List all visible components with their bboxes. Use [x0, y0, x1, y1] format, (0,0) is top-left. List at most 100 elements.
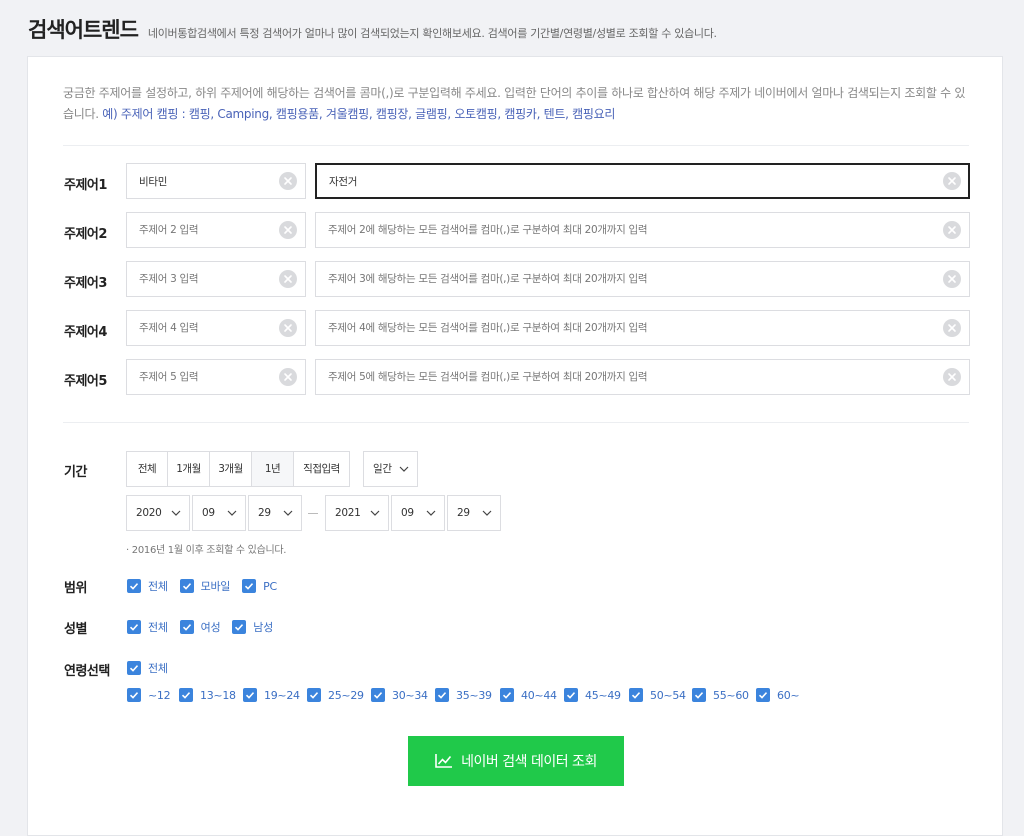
terms-input-1[interactable]	[315, 163, 970, 199]
clear-icon[interactable]	[279, 319, 297, 337]
terms-input-4[interactable]	[315, 310, 970, 346]
age-checkbox[interactable]: 25~29	[307, 688, 371, 702]
checkbox-label: 모바일	[200, 580, 231, 593]
clear-icon[interactable]	[943, 319, 961, 337]
end-day-value: 29	[457, 507, 470, 519]
clear-icon[interactable]	[943, 172, 961, 190]
scope-options: 전체 모바일 PC	[127, 578, 289, 594]
gender-male-checkbox[interactable]: 남성	[232, 619, 273, 635]
checkbox-label: 40~44	[521, 688, 557, 702]
clear-icon[interactable]	[279, 270, 297, 288]
checkbox-checked-icon	[127, 688, 141, 702]
topic-input-4-field[interactable]	[139, 311, 267, 345]
topic-input-3[interactable]	[126, 261, 306, 297]
age-checkbox[interactable]: ~12	[127, 688, 179, 702]
checkbox-checked-icon	[242, 579, 257, 593]
search-button-label: 네이버 검색 데이터 조회	[461, 754, 597, 770]
checkbox-label: 전체	[148, 662, 168, 675]
period-all-button[interactable]: 전체	[127, 452, 168, 486]
keyword-label-4: 주제어4	[64, 325, 107, 340]
period-note: · 2016년 1월 이후 조회할 수 있습니다.	[126, 545, 287, 556]
topic-input-1[interactable]	[126, 163, 306, 199]
scope-label: 범위	[64, 581, 87, 596]
keyword-label-5: 주제어5	[64, 374, 107, 389]
topic-input-4[interactable]	[126, 310, 306, 346]
clear-icon[interactable]	[943, 221, 961, 239]
period-3month-button[interactable]: 3개월	[210, 452, 252, 486]
divider	[63, 422, 969, 423]
checkbox-label: 19~24	[264, 688, 300, 702]
divider	[63, 145, 969, 146]
age-all-checkbox[interactable]: 전체	[127, 660, 168, 676]
page-description: 네이버통합검색에서 특정 검색어가 얼마나 많이 검색되었는지 확인해보세요. …	[147, 27, 717, 40]
start-year-select[interactable]: 2020	[126, 495, 190, 531]
page-title: 검색어트렌드	[28, 18, 139, 42]
start-month-value: 09	[202, 507, 215, 519]
chevron-down-icon	[399, 466, 409, 472]
period-1year-button[interactable]: 1년	[252, 452, 294, 486]
checkbox-checked-icon	[179, 579, 194, 593]
checkbox-checked-icon	[692, 688, 706, 702]
checkbox-checked-icon	[371, 688, 385, 702]
topic-input-3-field[interactable]	[139, 262, 267, 296]
terms-input-3-field[interactable]	[328, 262, 931, 296]
checkbox-label: 60~	[777, 688, 800, 702]
age-checkbox[interactable]: 19~24	[243, 688, 307, 702]
end-month-select[interactable]: 09	[391, 495, 445, 531]
scope-all-checkbox[interactable]: 전체	[127, 578, 168, 594]
end-year-select[interactable]: 2021	[325, 495, 389, 531]
checkbox-label: ~12	[148, 688, 171, 702]
clear-icon[interactable]	[279, 368, 297, 386]
age-checkbox[interactable]: 55~60	[692, 688, 756, 702]
clear-icon[interactable]	[943, 270, 961, 288]
keyword-label-2: 주제어2	[64, 227, 107, 242]
terms-input-5-field[interactable]	[328, 360, 931, 394]
gender-all-checkbox[interactable]: 전체	[127, 619, 168, 635]
end-day-select[interactable]: 29	[447, 495, 501, 531]
end-year-value: 2021	[335, 507, 361, 519]
start-day-select[interactable]: 29	[248, 495, 302, 531]
gender-female-checkbox[interactable]: 여성	[179, 619, 221, 635]
period-custom-button[interactable]: 직접입력	[294, 452, 349, 486]
topic-input-2-field[interactable]	[139, 213, 267, 247]
checkbox-checked-icon	[435, 688, 449, 702]
checkbox-label: 여성	[200, 621, 221, 634]
period-button-group: 전체 1개월 3개월 1년 직접입력	[126, 451, 350, 487]
checkbox-checked-icon	[179, 620, 194, 634]
clear-icon[interactable]	[279, 172, 297, 190]
age-checkbox[interactable]: 40~44	[500, 688, 564, 702]
topic-input-5-field[interactable]	[139, 360, 267, 394]
clear-icon[interactable]	[943, 368, 961, 386]
terms-input-4-field[interactable]	[328, 311, 931, 345]
checkbox-checked-icon	[127, 620, 141, 634]
terms-input-1-field[interactable]	[329, 165, 930, 197]
age-checkbox[interactable]: 50~54	[629, 688, 692, 702]
topic-input-5[interactable]	[126, 359, 306, 395]
period-1month-button[interactable]: 1개월	[168, 452, 210, 486]
terms-input-3[interactable]	[315, 261, 970, 297]
search-data-button[interactable]: 네이버 검색 데이터 조회	[408, 736, 624, 786]
scope-mobile-checkbox[interactable]: 모바일	[179, 578, 231, 594]
age-checkbox[interactable]: 35~39	[435, 688, 500, 702]
checkbox-label: 35~39	[456, 688, 492, 702]
gender-options: 전체 여성 남성	[127, 619, 285, 635]
topic-input-2[interactable]	[126, 212, 306, 248]
terms-input-2-field[interactable]	[328, 213, 931, 247]
start-month-select[interactable]: 09	[192, 495, 246, 531]
clear-icon[interactable]	[279, 221, 297, 239]
age-checkbox[interactable]: 60~	[756, 688, 806, 702]
age-checkbox[interactable]: 45~49	[564, 688, 629, 702]
interval-select[interactable]: 일간	[363, 451, 418, 487]
checkbox-checked-icon	[127, 661, 141, 675]
checkbox-checked-icon	[127, 579, 141, 593]
checkbox-checked-icon	[500, 688, 514, 702]
topic-input-1-field[interactable]	[139, 164, 267, 198]
terms-input-5[interactable]	[315, 359, 970, 395]
terms-input-2[interactable]	[315, 212, 970, 248]
age-checkbox[interactable]: 13~18	[179, 688, 243, 702]
scope-pc-checkbox[interactable]: PC	[242, 579, 277, 593]
chevron-down-icon	[227, 510, 237, 516]
age-checkbox[interactable]: 30~34	[371, 688, 435, 702]
start-year-value: 2020	[136, 507, 162, 519]
start-day-value: 29	[258, 507, 271, 519]
